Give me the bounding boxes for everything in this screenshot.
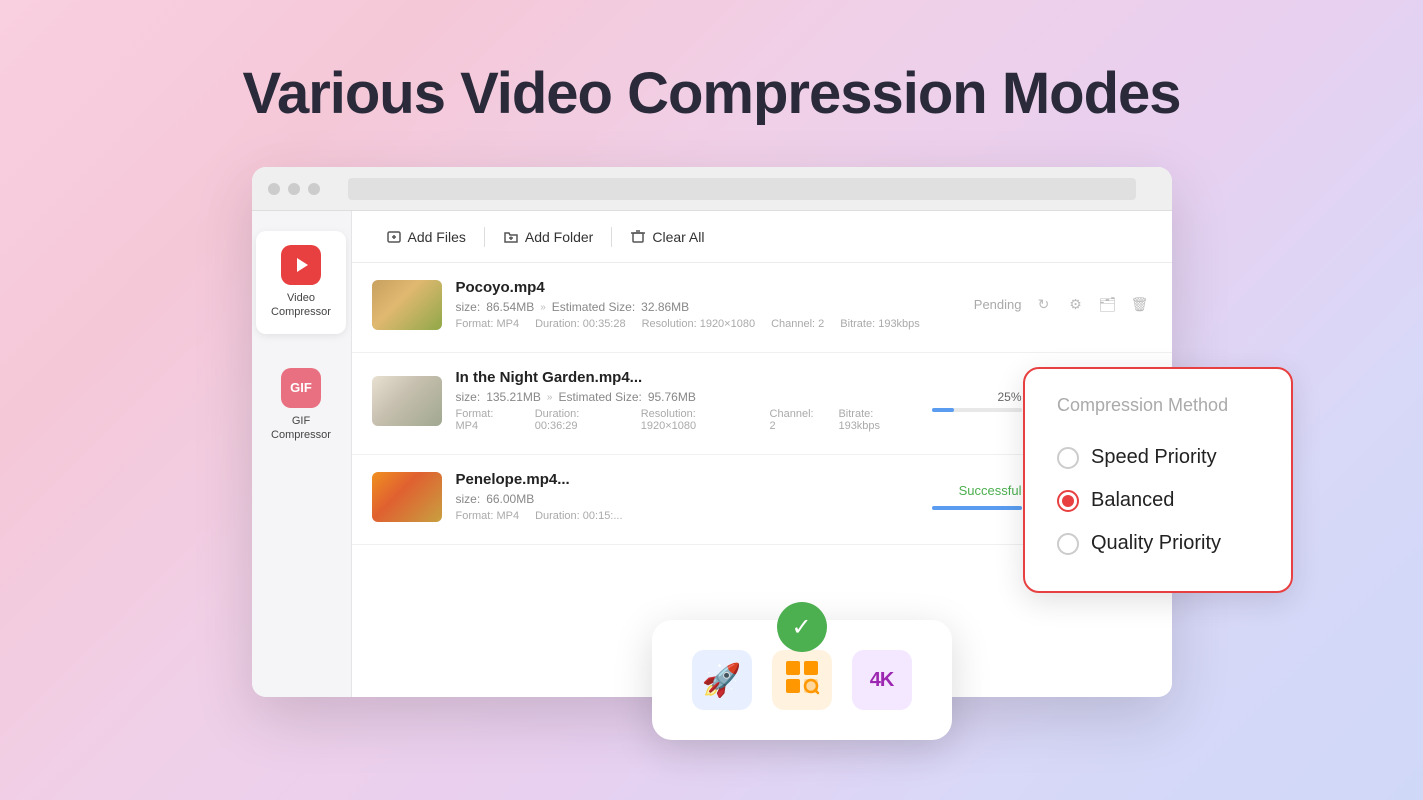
title-bar-dot-3: [308, 183, 320, 195]
channel-label: Channel: 2: [771, 318, 824, 330]
file-sizes: size: 66.00MB: [456, 492, 918, 506]
sidebar-item-gif-compressor[interactable]: GIF GIF Compressor: [256, 354, 346, 457]
retry-icon[interactable]: ↻: [1032, 293, 1056, 317]
add-folder-button[interactable]: Add Folder: [489, 221, 607, 253]
action-icons: ↻ ⚙ 🗂 🗑: [1032, 293, 1152, 317]
progress-bar-fill: [932, 408, 955, 412]
file-sizes: size: 135.21MB » Estimated Size: 95.76MB: [456, 390, 918, 404]
sidebar: Video Compressor GIF GIF Compressor: [252, 211, 352, 697]
file-info: In the Night Garden.mp4... size: 135.21M…: [456, 369, 918, 432]
radio-speed-priority: [1057, 447, 1079, 469]
file-thumbnail: [372, 472, 442, 522]
compression-panel-title: Compression Method: [1057, 395, 1259, 416]
file-meta: Format: MP4 Duration: 00:15:...: [456, 510, 918, 522]
file-meta: Format: MP4 Duration: 00:36:29 Resolutio…: [456, 408, 918, 432]
sidebar-item-gif-compressor-label: GIF Compressor: [271, 414, 331, 443]
toolbar-divider-2: [611, 227, 612, 247]
file-info: Penelope.mp4... size: 66.00MB Format: MP…: [456, 471, 918, 522]
sidebar-item-video-compressor-label: Video Compressor: [271, 291, 331, 320]
grid-search-icon-container: [772, 650, 832, 710]
progress-percentage: 25%: [997, 390, 1021, 404]
success-progress-bar: [932, 506, 1022, 510]
duration-label: Duration: 00:15:...: [535, 510, 622, 522]
toolbar: Add Files Add Folder: [352, 211, 1172, 263]
file-name: Penelope.mp4...: [456, 471, 918, 488]
add-folder-icon: [503, 229, 519, 245]
duration-label: Duration: 00:36:29: [535, 408, 625, 432]
add-files-icon: [386, 229, 402, 245]
radio-quality-priority: [1057, 533, 1079, 555]
format-label: Format: MP4: [456, 408, 519, 432]
file-sizes: size: 86.54MB » Estimated Size: 32.86MB: [456, 300, 960, 314]
bitrate-label: Bitrate: 193kbps: [840, 318, 920, 330]
format-label: Format: MP4: [456, 318, 520, 330]
page-title: Various Video Compression Modes: [0, 0, 1423, 167]
table-row: Pocoyo.mp4 size: 86.54MB » Estimated Siz…: [352, 263, 1172, 353]
gif-compressor-icon: GIF: [281, 368, 321, 408]
file-size-value: 86.54MB: [486, 300, 534, 314]
file-size-label: size:: [456, 300, 481, 314]
status-badge: Successful: [959, 483, 1022, 498]
compression-method-panel: Compression Method Speed Priority Balanc…: [1023, 367, 1293, 593]
file-size-label: size:: [456, 390, 481, 404]
file-thumbnail: [372, 376, 442, 426]
title-bar-dot-1: [268, 183, 280, 195]
compression-option-balanced[interactable]: Balanced: [1057, 479, 1259, 522]
folder-icon[interactable]: 🗂: [1096, 293, 1120, 317]
balanced-label: Balanced: [1091, 489, 1174, 512]
size-arrow-icon: »: [547, 392, 553, 403]
compression-option-speed-priority[interactable]: Speed Priority: [1057, 436, 1259, 479]
main-content: Video Compressor GIF GIF Compressor: [0, 167, 1423, 697]
file-size-value: 135.21MB: [486, 390, 541, 404]
clear-all-button[interactable]: Clear All: [616, 221, 718, 253]
settings-icon[interactable]: ⚙: [1064, 293, 1088, 317]
title-bar-dot-2: [288, 183, 300, 195]
4k-icon: 4K: [870, 669, 894, 692]
file-info: Pocoyo.mp4 size: 86.54MB » Estimated Siz…: [456, 279, 960, 330]
progress-bar-background: [932, 408, 1022, 412]
rocket-icon-container: 🚀: [692, 650, 752, 710]
duration-label: Duration: 00:35:28: [535, 318, 626, 330]
success-popup: ✓ 🚀 4K: [652, 620, 952, 740]
delete-icon[interactable]: 🗑: [1128, 293, 1152, 317]
sidebar-item-video-compressor[interactable]: Video Compressor: [256, 231, 346, 334]
radio-balanced-fill: [1062, 495, 1074, 507]
radio-balanced: [1057, 490, 1079, 512]
title-bar: [252, 167, 1172, 211]
clear-all-icon: [630, 229, 646, 245]
status-badge: Pending: [974, 297, 1022, 312]
success-check-icon: ✓: [777, 602, 827, 652]
format-label: Format: MP4: [456, 510, 520, 522]
add-files-button[interactable]: Add Files: [372, 221, 480, 253]
clear-all-label: Clear All: [652, 229, 704, 245]
4k-icon-container: 4K: [852, 650, 912, 710]
speed-priority-label: Speed Priority: [1091, 446, 1217, 469]
video-compressor-icon: [281, 245, 321, 285]
add-files-label: Add Files: [408, 229, 466, 245]
quality-priority-label: Quality Priority: [1091, 532, 1221, 555]
file-status: Pending ↻ ⚙ 🗂 🗑: [974, 293, 1152, 317]
add-folder-label: Add Folder: [525, 229, 593, 245]
grid-search-icon: [784, 659, 820, 702]
title-bar-search: [348, 178, 1136, 200]
estimated-size-value: 32.86MB: [641, 300, 689, 314]
file-meta: Format: MP4 Duration: 00:35:28 Resolutio…: [456, 318, 960, 330]
resolution-label: Resolution: 1920×1080: [642, 318, 755, 330]
size-arrow-icon: »: [540, 302, 546, 313]
compression-option-quality-priority[interactable]: Quality Priority: [1057, 522, 1259, 565]
file-name: In the Night Garden.mp4...: [456, 369, 918, 386]
toolbar-divider-1: [484, 227, 485, 247]
channel-label: Channel: 2: [770, 408, 823, 432]
rocket-icon: 🚀: [702, 661, 742, 699]
file-size-value: 66.00MB: [486, 492, 534, 506]
estimated-size-label: Estimated Size:: [552, 300, 635, 314]
estimated-size-value: 95.76MB: [648, 390, 696, 404]
file-name: Pocoyo.mp4: [456, 279, 960, 296]
progress-indicator: 25%: [932, 390, 1022, 412]
file-thumbnail: [372, 280, 442, 330]
bitrate-label: Bitrate: 193kbps: [838, 408, 917, 432]
resolution-label: Resolution: 1920×1080: [641, 408, 754, 432]
file-size-label: size:: [456, 492, 481, 506]
estimated-size-label: Estimated Size:: [558, 390, 641, 404]
